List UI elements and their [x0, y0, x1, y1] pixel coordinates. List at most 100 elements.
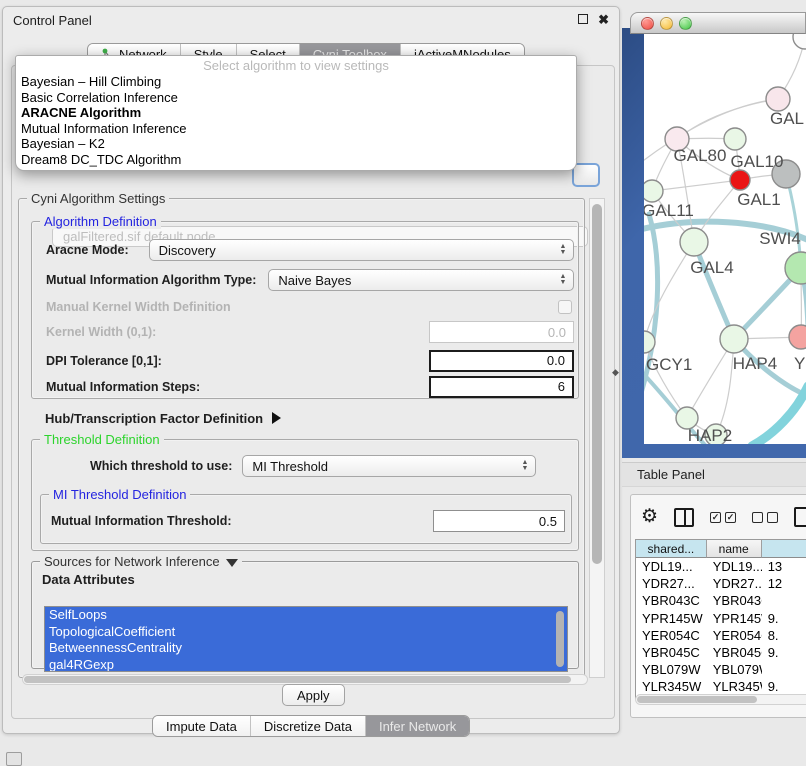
- new-table-icon[interactable]: [794, 507, 806, 527]
- close-icon[interactable]: ✖: [598, 14, 609, 26]
- scrollbar-thumb[interactable]: [637, 696, 757, 703]
- table-row[interactable]: YBR043CYBR043C: [636, 592, 806, 609]
- table-cell: YLR345W: [707, 679, 762, 694]
- node-label: GCY1: [646, 355, 692, 374]
- mi-algorithm-type-combobox[interactable]: Naive Bayes ▲▼: [268, 269, 574, 291]
- minimize-window-icon[interactable]: [660, 17, 673, 30]
- tab-impute-data[interactable]: Impute Data: [153, 716, 250, 736]
- table-row[interactable]: YBL079WYBL079W: [636, 661, 806, 678]
- attribute-list-item[interactable]: SelfLoops: [45, 607, 567, 624]
- table-cell: 9.: [762, 645, 806, 660]
- collapse-arrow-icon: [226, 559, 238, 567]
- table-toolbar: ⚙ ✓ ✓: [641, 503, 806, 531]
- algorithm-menu-item[interactable]: ARACNE Algorithm: [16, 105, 576, 121]
- column-header[interactable]: name: [707, 540, 762, 558]
- column-header[interactable]: [762, 540, 806, 558]
- cyni-algorithm-settings-group: Cyni Algorithm Settings Algorithm Defini…: [18, 198, 585, 678]
- attribute-list-item[interactable]: TopologicalCoefficient: [45, 624, 567, 641]
- network-node-gal10[interactable]: [724, 128, 746, 150]
- show-columns-icon[interactable]: [674, 508, 694, 527]
- network-node-y[interactable]: [789, 325, 806, 349]
- mi-steps-label: Mutual Information Steps:: [46, 380, 200, 394]
- dpi-tolerance-label: DPI Tolerance [0,1]:: [46, 354, 162, 368]
- stepper-icon: ▲▼: [557, 240, 569, 260]
- attribute-list-item[interactable]: gal4RGexp: [45, 657, 567, 673]
- table-row[interactable]: YER054CYER054C8.: [636, 627, 806, 644]
- algorithm-menu-item[interactable]: Mutual Information Inference: [16, 121, 576, 137]
- dpi-tolerance-field[interactable]: 0.0: [429, 350, 574, 372]
- unchecked-checkbox-icon: [767, 512, 778, 523]
- apply-button[interactable]: Apply: [282, 684, 345, 706]
- which-threshold-combobox[interactable]: MI Threshold ▲▼: [242, 455, 536, 477]
- control-panel-titlebar: Control Panel ✖: [3, 7, 619, 33]
- algorithm-menu-item[interactable]: Basic Correlation Inference: [16, 90, 576, 106]
- kernel-width-label: Kernel Width (0,1):: [46, 325, 156, 339]
- close-window-icon[interactable]: [641, 17, 654, 30]
- list-scrollbar[interactable]: [556, 611, 564, 667]
- hub-definition-toggle[interactable]: Hub/Transcription Factor Definition: [45, 409, 281, 427]
- sources-toggle[interactable]: Sources for Network Inference: [40, 554, 242, 569]
- network-graph: GALGAL80GAL10GAL1GAL11GAL4SWI4GCY1HAP4YH…: [644, 34, 806, 444]
- table-cell: YER054C: [707, 628, 762, 643]
- table-row[interactable]: YPR145WYPR145W9.: [636, 610, 806, 627]
- algorithm-combobox-edge[interactable]: [572, 163, 600, 187]
- manual-kernel-label: Manual Kernel Width Definition: [46, 300, 231, 314]
- attribute-list-item[interactable]: BetweennessCentrality: [45, 640, 567, 657]
- settings-vertical-scrollbar[interactable]: [589, 198, 605, 678]
- network-node-gal4[interactable]: [680, 228, 708, 256]
- network-node-gal1[interactable]: [730, 170, 750, 190]
- table-row[interactable]: YBR045CYBR045C9.: [636, 644, 806, 661]
- network-node-gal[interactable]: [766, 87, 790, 111]
- column-header[interactable]: shared...: [636, 540, 707, 558]
- manual-kernel-checkbox[interactable]: [558, 300, 572, 314]
- algorithm-menu-item[interactable]: Dream8 DC_TDC Algorithm: [16, 152, 576, 168]
- table-horizontal-scrollbar[interactable]: [635, 694, 806, 705]
- deselect-all-columns-icon[interactable]: [752, 512, 778, 523]
- gear-icon[interactable]: ⚙: [641, 507, 658, 527]
- tab-discretize-data[interactable]: Discretize Data: [250, 716, 365, 736]
- aracne-mode-combobox[interactable]: Discovery ▲▼: [149, 239, 574, 261]
- node-label: Y: [794, 354, 805, 373]
- network-window-titlebar[interactable]: [630, 12, 806, 34]
- node-label: HAP4: [733, 354, 777, 373]
- aracne-mode-label: Aracne Mode:: [46, 243, 129, 257]
- algorithm-menu-item[interactable]: Bayesian – Hill Climbing: [16, 74, 576, 90]
- algorithm-dropdown-popup: Select algorithm to view settings Bayesi…: [15, 55, 577, 171]
- network-view-canvas[interactable]: GALGAL80GAL10GAL1GAL11GAL4SWI4GCY1HAP4YH…: [644, 34, 806, 444]
- mi-type-label: Mutual Information Algorithm Type:: [46, 273, 256, 287]
- node-label: GAL11: [644, 201, 694, 220]
- node-attribute-table[interactable]: shared...name YDL19...YDL19...13YDR27...…: [635, 539, 806, 699]
- group-title: MI Threshold Definition: [49, 487, 190, 502]
- table-header-row: shared...name: [636, 540, 806, 558]
- network-node[interactable]: [793, 34, 806, 49]
- scrollbar-thumb[interactable]: [592, 204, 602, 564]
- table-cell: YPR145W: [636, 611, 707, 626]
- which-threshold-label: Which threshold to use:: [90, 459, 232, 473]
- edge: [644, 242, 694, 342]
- mi-threshold-field[interactable]: 0.5: [433, 510, 565, 532]
- table-row[interactable]: YLR345WYLR345W9.: [636, 678, 806, 695]
- select-all-columns-icon[interactable]: ✓ ✓: [710, 512, 736, 523]
- scrollbar-thumb[interactable]: [24, 676, 571, 683]
- table-cell: YBL079W: [636, 662, 707, 677]
- table-row[interactable]: YDR27...YDR27...12: [636, 575, 806, 592]
- collapsed-panel-icon[interactable]: [6, 752, 22, 766]
- mi-steps-field[interactable]: 6: [429, 376, 574, 398]
- table-row[interactable]: YDL19...YDL19...13: [636, 558, 806, 575]
- group-title: Algorithm Definition: [40, 214, 161, 229]
- kernel-width-value: 0.0: [548, 325, 566, 340]
- node-label: GAL: [770, 109, 804, 128]
- algorithm-definition-group: Algorithm Definition Aracne Mode: Discov…: [31, 221, 579, 399]
- zoom-window-icon[interactable]: [679, 17, 692, 30]
- table-panel-body: ⚙ ✓ ✓ shared...name YDL19...YDL19...13YD…: [630, 494, 806, 718]
- panel-title: Control Panel: [13, 13, 568, 28]
- network-node-gal11[interactable]: [644, 180, 663, 202]
- data-attributes-list[interactable]: SelfLoopsTopologicalCoefficientBetweenne…: [44, 606, 568, 672]
- tab-infer-network[interactable]: Infer Network: [365, 716, 469, 736]
- float-window-icon[interactable]: [578, 14, 588, 26]
- table-cell: YLR345W: [636, 679, 707, 694]
- kernel-width-field[interactable]: 0.0: [429, 321, 574, 343]
- algorithm-menu-item[interactable]: Bayesian – K2: [16, 136, 576, 152]
- sources-title: Sources for Network Inference: [44, 554, 220, 569]
- network-node-hap4[interactable]: [720, 325, 748, 353]
